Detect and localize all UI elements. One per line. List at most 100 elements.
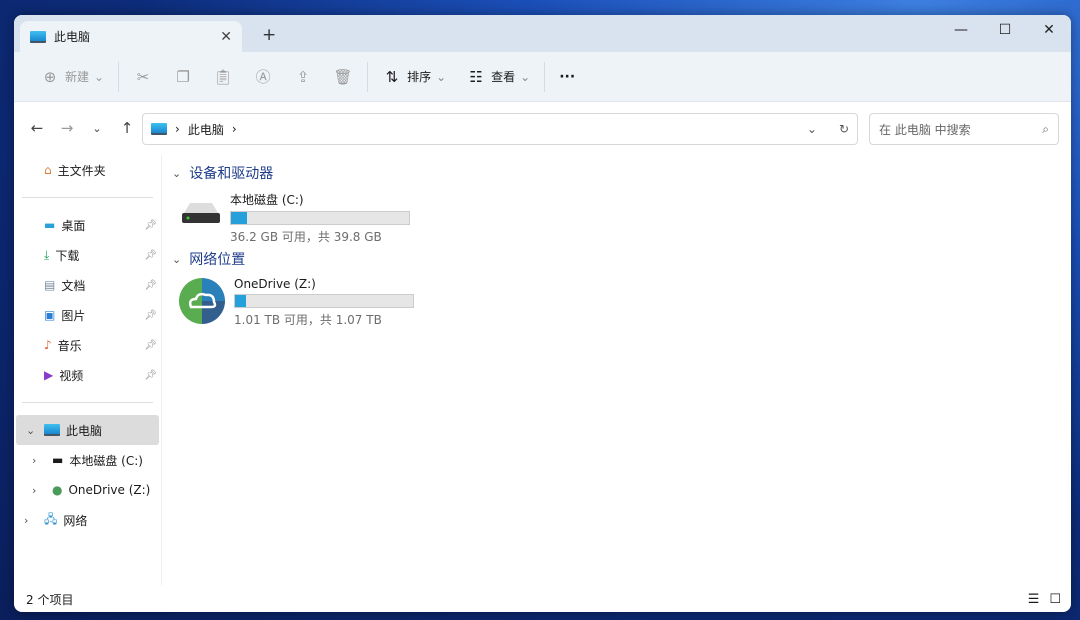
chevron-right-icon[interactable]: › [24, 514, 28, 527]
tab-title: 此电脑 [54, 30, 91, 44]
sidebar-label: 图片 [61, 308, 86, 323]
document-icon: ▤ [44, 278, 56, 292]
view-list-icon: ☷ [469, 67, 483, 86]
pin-icon[interactable]: 📌︎ [144, 340, 157, 351]
drive-name: 本地磁盘 (C:) [230, 193, 304, 207]
view-button[interactable]: ☷ 查看 ⌄ [456, 68, 540, 86]
sidebar-label: 此电脑 [66, 423, 103, 438]
hard-drive-icon [182, 203, 220, 223]
chevron-right-icon[interactable]: › [32, 454, 36, 467]
onedrive-cloud-icon [179, 278, 225, 324]
sidebar-label: 桌面 [61, 218, 86, 233]
sidebar-item-music[interactable]: ♪ 音乐 📌︎ [14, 330, 161, 360]
cut-button[interactable]: ✂ [123, 68, 163, 86]
sidebar-label: 音乐 [57, 338, 82, 353]
computer-icon [30, 30, 46, 43]
share-button[interactable]: ⇪ [283, 68, 323, 86]
refresh-icon[interactable]: ↻ [839, 122, 849, 136]
usage-bar [234, 294, 414, 308]
chevron-down-icon: ⌄ [94, 69, 105, 84]
chevron-right-icon: › [175, 122, 180, 136]
download-icon: ⤓ [44, 247, 50, 262]
pin-icon[interactable]: 📌︎ [144, 310, 157, 321]
tiles-view-icon[interactable]: ☐ [1049, 592, 1061, 607]
breadcrumb-this-pc[interactable]: 此电脑 [188, 121, 224, 138]
sidebar-label: 本地磁盘 (C:) [69, 453, 143, 468]
sort-icon: ⇅ [385, 67, 399, 86]
sidebar-label: 文档 [61, 278, 86, 293]
home-icon: ⌂ [44, 163, 52, 177]
plus-circle-icon: ⊕ [43, 67, 57, 86]
sidebar-item-this-pc[interactable]: ⌄ 此电脑 [16, 415, 159, 445]
new-button[interactable]: ⊕ 新建 ⌄ [30, 68, 114, 86]
address-bar[interactable]: › 此电脑 › ⌄ ↻ [142, 113, 858, 145]
pin-icon[interactable]: 📌︎ [144, 280, 157, 291]
status-bar: 2 个项目 ☰ ☐ [14, 586, 1071, 612]
sort-button[interactable]: ⇅ 排序 ⌄ [372, 68, 456, 86]
group-title: 设备和驱动器 [189, 166, 274, 182]
back-button[interactable]: ← [22, 119, 52, 137]
search-placeholder: 在 此电脑 中搜索 [879, 122, 971, 137]
group-header-devices[interactable]: ⌄ 设备和驱动器 [170, 155, 1071, 191]
chevron-right-icon[interactable]: › [232, 122, 237, 136]
usage-bar [230, 211, 410, 225]
details-view-icon[interactable]: ☰ [1028, 592, 1040, 607]
chevron-right-icon[interactable]: › [32, 484, 36, 497]
chevron-down-icon: ⌄ [520, 69, 531, 84]
network-icon: 🖧︎ [44, 511, 58, 526]
drive-space: 1.01 TB 可用，共 1.07 TB [234, 313, 382, 327]
forward-button[interactable]: → [52, 119, 82, 137]
drive-space: 36.2 GB 可用，共 39.8 GB [230, 230, 382, 244]
recent-locations-button[interactable]: ⌄ [82, 122, 112, 135]
pin-icon[interactable]: 📌︎ [144, 250, 157, 261]
sidebar-item-home[interactable]: ⌂ 主文件夹 [14, 155, 161, 185]
rename-button[interactable]: Ⓐ [243, 66, 283, 87]
new-tab-button[interactable]: + [262, 25, 276, 45]
content-area: ⌄ 设备和驱动器 本地磁盘 (C:) 36.2 GB 可用，共 39.8 GB ⌄ 网… [170, 155, 1071, 331]
title-bar: 此电脑 ✕ + — ☐ ✕ [14, 15, 1071, 52]
maximize-button[interactable]: ☐ [983, 15, 1027, 45]
drive-onedrive[interactable]: OneDrive (Z:) 1.01 TB 可用，共 1.07 TB [170, 277, 1071, 331]
scissors-icon: ✂ [136, 67, 150, 86]
item-count: 2 个项目 [26, 592, 74, 607]
minimize-button[interactable]: — [939, 15, 983, 45]
chevron-down-icon[interactable]: ⌄ [26, 424, 35, 437]
sidebar-item-downloads[interactable]: ⤓ 下载 📌︎ [14, 240, 161, 270]
sidebar-item-desktop[interactable]: ▬ 桌面 📌︎ [14, 210, 161, 240]
sidebar-item-documents[interactable]: ▤ 文档 📌︎ [14, 270, 161, 300]
paste-icon: 📋︎ [213, 67, 233, 86]
pin-icon[interactable]: 📌︎ [144, 370, 157, 381]
address-dropdown-icon[interactable]: ⌄ [807, 122, 817, 136]
close-tab-icon[interactable]: ✕ [220, 29, 232, 45]
sidebar-item-videos[interactable]: ▶ 视频 📌︎ [14, 360, 161, 390]
sidebar-label: 下载 [55, 248, 80, 263]
sidebar-item-onedrive[interactable]: › ● OneDrive (Z:) [14, 475, 161, 505]
sidebar-item-network[interactable]: › 🖧︎ 网络 [14, 505, 161, 535]
more-icon: ··· [559, 68, 576, 85]
copy-button[interactable]: ❐ [163, 68, 203, 86]
up-button[interactable]: ↑ [112, 119, 142, 137]
share-icon: ⇪ [296, 67, 310, 86]
command-bar: ⊕ 新建 ⌄ ✂ ❐ 📋︎ Ⓐ ⇪ 🗑︎ ⇅ 排序 ⌄ ☷ 查看 ⌄ ··· [14, 52, 1071, 102]
pin-icon[interactable]: 📌︎ [144, 220, 157, 231]
search-input[interactable]: 在 此电脑 中搜索 ⌕ [869, 113, 1059, 145]
close-button[interactable]: ✕ [1027, 15, 1071, 45]
paste-button[interactable]: 📋︎ [203, 68, 243, 86]
navigation-pane: ⌂ 主文件夹 ▬ 桌面 📌︎ ⤓ 下载 📌︎ ▤ 文档 📌︎ ▣ 图片 📌︎ ♪ 音乐 📌︎ ▶ 视频 📌… [14, 155, 162, 585]
sidebar-label: 网络 [63, 513, 88, 528]
video-icon: ▶ [44, 368, 54, 382]
computer-icon [44, 424, 60, 436]
group-header-network[interactable]: ⌄ 网络位置 [170, 241, 1071, 277]
onedrive-icon: ● [52, 483, 63, 497]
rename-icon: Ⓐ [255, 68, 271, 86]
chevron-down-icon: ⌄ [172, 252, 182, 266]
copy-icon: ❐ [176, 67, 190, 86]
file-explorer-window: 此电脑 ✕ + — ☐ ✕ ⊕ 新建 ⌄ ✂ ❐ 📋︎ Ⓐ ⇪ 🗑︎ ⇅ 排序 ⌄ ☷ 查… [14, 15, 1071, 612]
tab-this-pc[interactable]: 此电脑 ✕ [20, 21, 242, 52]
more-button[interactable]: ··· [549, 69, 585, 85]
sidebar-label: 视频 [59, 368, 84, 383]
sidebar-item-pictures[interactable]: ▣ 图片 📌︎ [14, 300, 161, 330]
sidebar-item-c-drive[interactable]: › ▬ 本地磁盘 (C:) [14, 445, 161, 475]
drive-c[interactable]: 本地磁盘 (C:) 36.2 GB 可用，共 39.8 GB [170, 191, 1071, 245]
delete-button[interactable]: 🗑︎ [323, 68, 363, 86]
